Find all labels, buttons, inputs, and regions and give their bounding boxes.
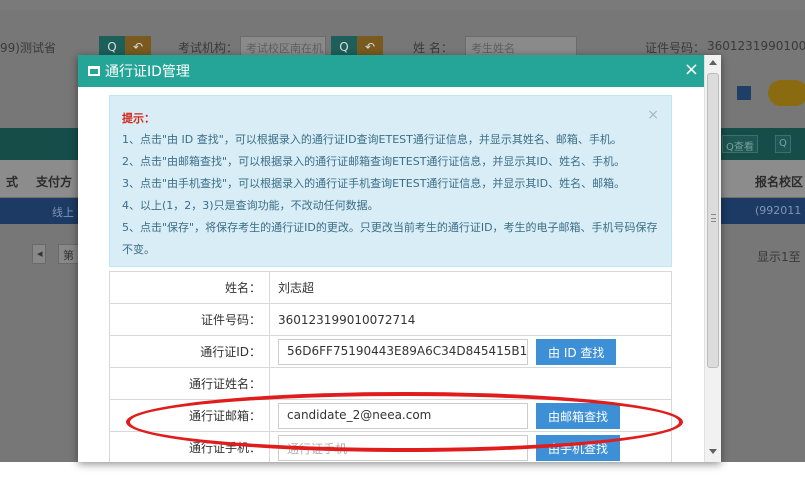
find-by-id-button[interactable]: 由 ID 查找 [536,338,617,365]
name-label: 姓 名： [413,41,453,55]
search-icon: Q [339,40,349,54]
pass-email-label: 通行证邮箱： [109,399,270,432]
query-button[interactable]: Q [775,135,791,153]
pass-phone-cell: 通行证手机 由手机查找 [269,431,672,462]
find-by-email-button[interactable]: 由邮箱查找 [536,402,621,429]
pass-email-input[interactable]: candidate_2@neea.com [278,402,528,429]
find-by-phone-button[interactable]: 由手机查找 [536,434,621,461]
grip-icon [711,214,716,222]
idno-label: 证件号码： [109,303,270,336]
pass-email-cell: candidate_2@neea.com 由邮箱查找 [269,399,672,432]
pass-name-label: 通行证姓名： [109,367,270,400]
pager-info: 显示1至 [757,250,801,264]
action-button[interactable] [768,80,805,106]
campus-cell: (992011 [755,204,802,217]
modal-scrollbar[interactable] [704,55,721,462]
pass-phone-label: 通行证手机： [109,431,270,462]
modal-header: 通行证ID管理 [78,55,721,87]
id-number-label: 证件号码： [645,41,706,55]
scroll-up-icon[interactable] [709,60,717,65]
card-icon [88,66,100,76]
payment-cell: 线上 [52,206,74,219]
pass-id-input[interactable]: 56D6FF75190443E89A6C34D845415B17 [278,338,528,365]
column-header-payment: 支付方 [36,175,73,189]
alert-line-2: 2、点击"由邮箱查找"，可以根据录入的通行证邮箱查询ETEST通行证信息，并显示… [122,155,626,168]
prev-page-button[interactable]: ◂ [32,244,46,264]
pass-id-modal: 通行证ID管理 × × 提示： 1、点击"由 ID 查找"，可以根据录入的通行证… [78,55,721,462]
form-row-idno: 证件号码： 360123199010072714 [109,303,672,336]
form-row-passemail: 通行证邮箱： candidate_2@neea.com 由邮箱查找 [109,399,672,432]
form-row-passname: 通行证姓名： [109,367,672,400]
export-icon[interactable] [737,86,751,100]
alert-line-3: 3、点击"由手机查找"，可以根据录入的通行证手机查询ETEST通行证信息，并显示… [122,177,626,190]
alert-close-button[interactable]: × [647,104,659,126]
form-row-passid: 通行证ID： 56D6FF75190443E89A6C34D845415B17 由… [109,335,672,368]
top-bar [0,0,805,10]
form-row-name: 姓名： 刘志超 [109,271,672,304]
exam-org-label: 考试机构： [178,41,239,55]
search-icon: Q [107,40,117,54]
alert-line-1: 1、点击"由 ID 查找"，可以根据录入的通行证ID查询ETEST通行证信息，并… [122,133,622,146]
column-header-campus: 报名校区 [755,175,804,189]
name-value: 刘志超 [269,271,672,304]
pass-id-form: 姓名： 刘志超 证件号码： 360123199010072714 通行证ID： … [109,271,672,462]
pass-name-value [269,367,672,400]
exam-select-text: 99)测试省 [0,41,56,55]
modal-title: 通行证ID管理 [105,64,190,80]
alert-line-4: 4、以上(1，2，3)只是查询功能，不改动任何数据。 [122,199,379,212]
pass-id-cell: 56D6FF75190443E89A6C34D845415B17 由 ID 查找 [269,335,672,368]
alert-line-5: 5、点击"保存"，将保存考生的通行证ID的更改。只更改当前考生的通行证ID，考生… [122,221,658,256]
idno-value: 360123199010072714 [269,303,672,336]
undo-icon: ↶ [364,40,376,54]
tips-alert: × 提示： 1、点击"由 ID 查找"，可以根据录入的通行证ID查询ETEST通… [109,95,672,267]
id-number-value: 3601231990100 [707,39,805,53]
scroll-down-icon[interactable] [709,449,717,454]
alert-title: 提示： [122,112,155,125]
pass-phone-input[interactable]: 通行证手机 [278,434,528,461]
name-label: 姓名： [109,271,270,304]
undo-icon: ↶ [132,40,144,54]
column-header: 式 [6,175,19,189]
form-row-passphone: 通行证手机： 通行证手机 由手机查找 [109,431,672,462]
modal-close-button[interactable]: × [684,60,699,80]
pass-id-label: 通行证ID： [109,335,270,368]
view-button[interactable]: Q查看 [722,135,758,153]
scroll-thumb[interactable] [707,73,719,368]
